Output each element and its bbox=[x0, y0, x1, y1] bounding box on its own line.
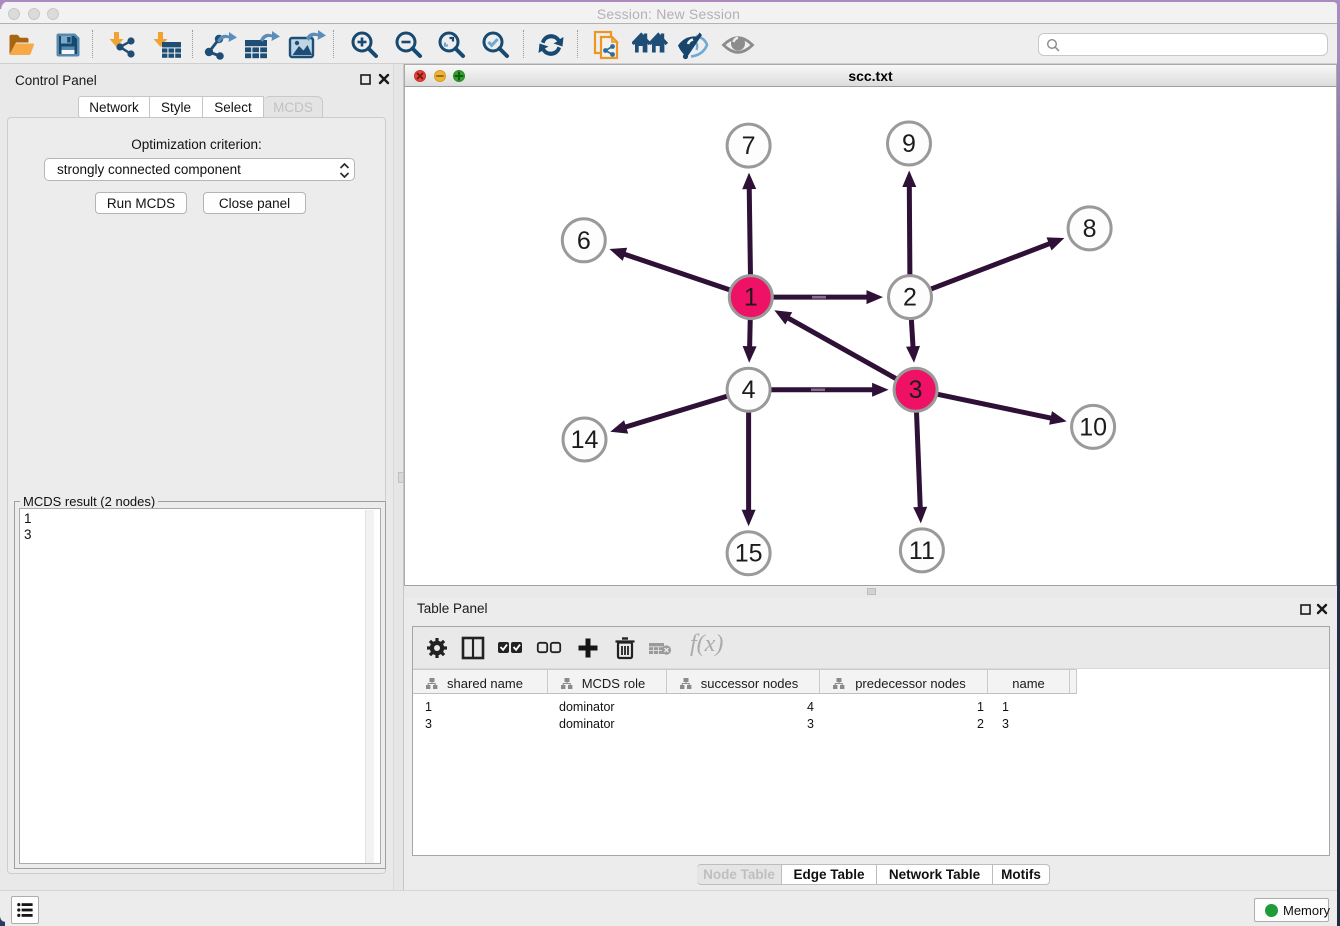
svg-text:8: 8 bbox=[1083, 215, 1097, 243]
svg-text:9: 9 bbox=[902, 130, 916, 158]
svg-text:6: 6 bbox=[577, 227, 591, 255]
svg-text:7: 7 bbox=[742, 132, 756, 160]
svg-text:11: 11 bbox=[909, 537, 935, 565]
svg-text:1: 1 bbox=[744, 284, 758, 312]
svg-text:2: 2 bbox=[903, 284, 917, 312]
svg-text:4: 4 bbox=[742, 376, 756, 404]
svg-text:15: 15 bbox=[735, 540, 763, 568]
svg-text:14: 14 bbox=[571, 426, 599, 454]
svg-text:10: 10 bbox=[1079, 413, 1107, 441]
svg-text:3: 3 bbox=[909, 376, 923, 404]
